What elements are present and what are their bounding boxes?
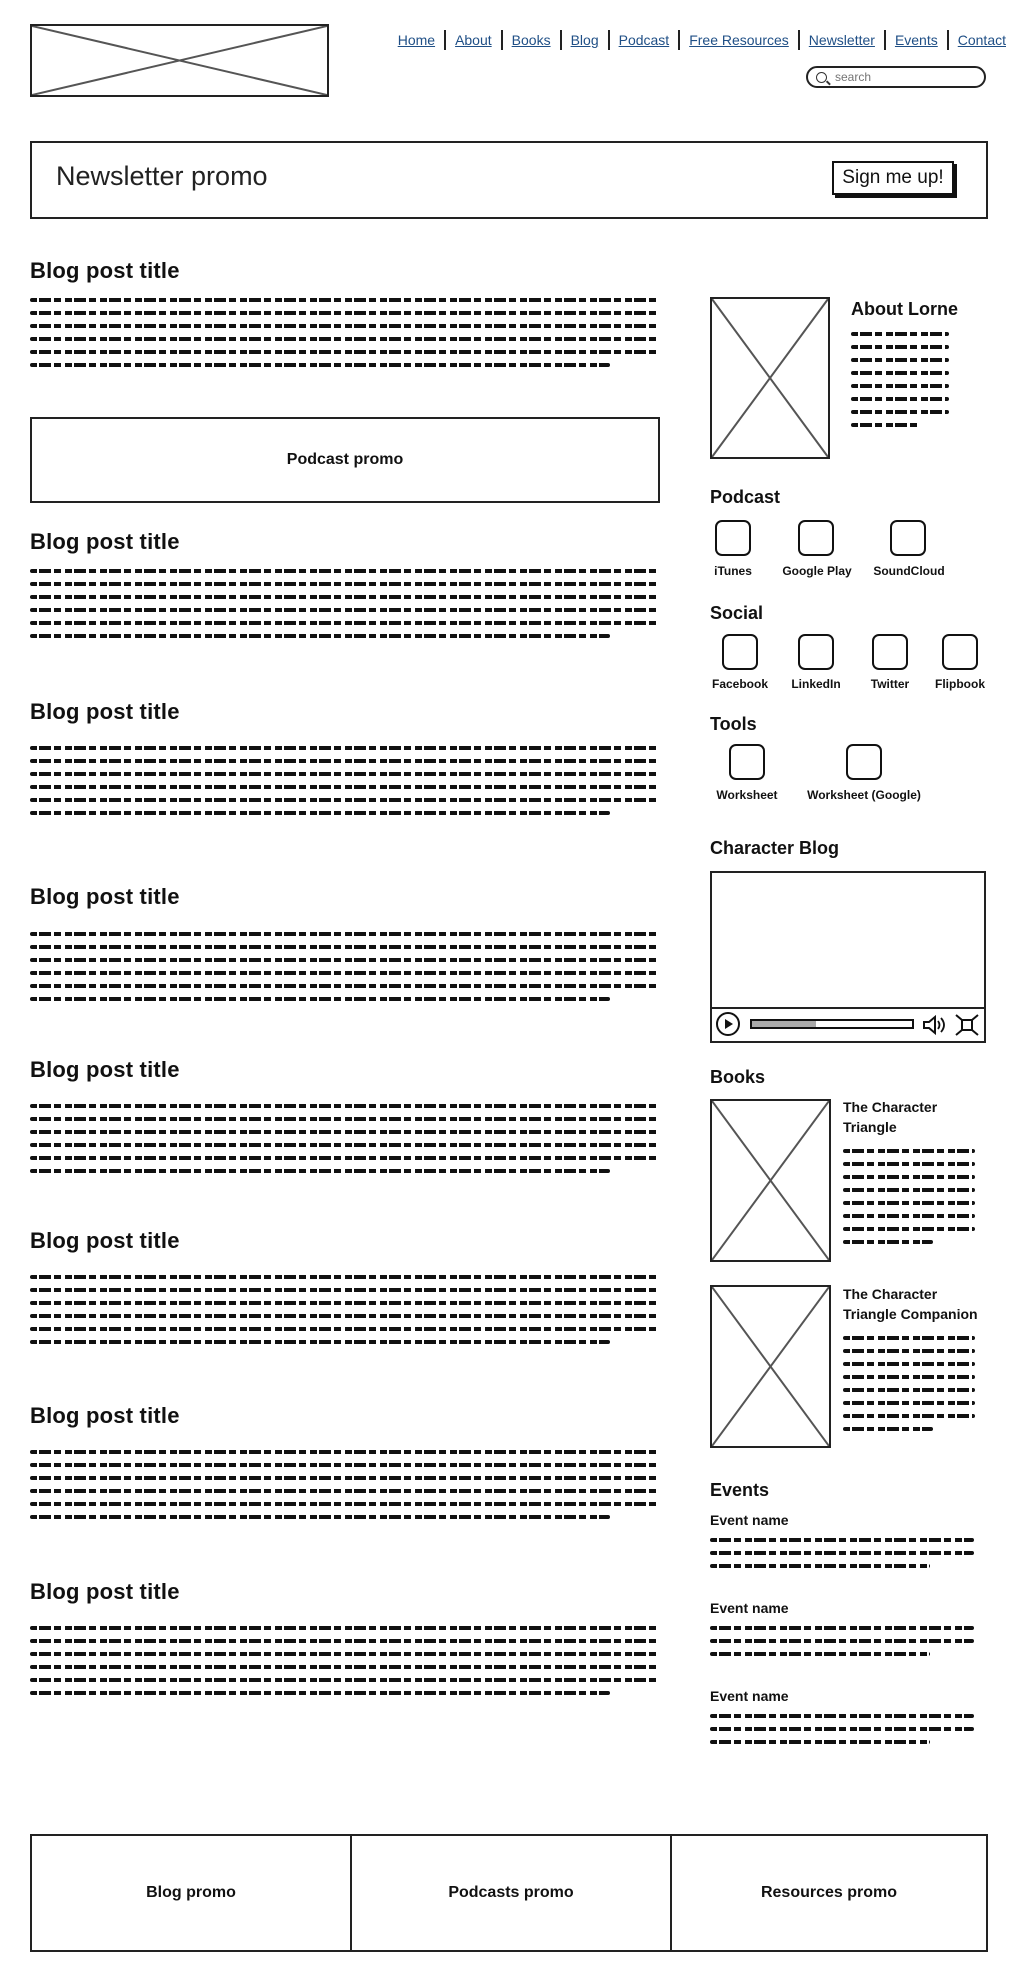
nav-free-resources[interactable]: Free Resources — [680, 30, 798, 50]
flipbook-icon[interactable] — [942, 634, 978, 670]
post-title[interactable]: Blog post title — [30, 884, 180, 910]
google-play-label[interactable]: Google Play — [772, 564, 862, 578]
book-description — [843, 1336, 975, 1440]
newsletter-title: Newsletter promo — [56, 161, 268, 191]
book-title[interactable]: The Character Triangle Companion — [843, 1284, 988, 1324]
post-title[interactable]: Blog post title — [30, 529, 180, 555]
sign-up-button[interactable]: Sign me up! — [832, 161, 954, 195]
nav-blog[interactable]: Blog — [562, 30, 608, 50]
post-title[interactable]: Blog post title — [30, 258, 180, 284]
linkedin-label[interactable]: LinkedIn — [776, 677, 856, 691]
tools-title: Tools — [710, 714, 757, 734]
post-excerpt — [30, 1450, 660, 1528]
worksheet-google-icon[interactable] — [846, 744, 882, 780]
podcast-promo[interactable]: Podcast promo — [30, 417, 660, 503]
image-placeholder-icon — [32, 26, 327, 95]
event-name[interactable]: Event name — [710, 1688, 789, 1704]
nav-contact[interactable]: Contact — [949, 30, 1006, 50]
post-excerpt — [30, 1626, 660, 1704]
blog-promo[interactable]: Blog promo — [30, 1834, 352, 1952]
google-play-icon[interactable] — [798, 520, 834, 556]
post-title[interactable]: Blog post title — [30, 1579, 180, 1605]
facebook-icon[interactable] — [722, 634, 758, 670]
image-placeholder-icon — [712, 1101, 829, 1260]
post-excerpt — [30, 298, 660, 376]
video-controls-bar — [712, 1007, 984, 1041]
search-icon — [816, 71, 827, 83]
book-description — [843, 1149, 975, 1253]
post-title[interactable]: Blog post title — [30, 1057, 180, 1083]
image-placeholder-icon — [712, 299, 828, 457]
flipbook-label[interactable]: Flipbook — [920, 677, 1000, 691]
podcasts-promo[interactable]: Podcasts promo — [350, 1834, 672, 1952]
worksheet-icon[interactable] — [729, 744, 765, 780]
books-title: Books — [710, 1067, 766, 1087]
event-description — [710, 1626, 974, 1665]
post-title[interactable]: Blog post title — [30, 1403, 180, 1429]
resources-promo[interactable]: Resources promo — [670, 1834, 988, 1952]
nav-podcast[interactable]: Podcast — [610, 30, 679, 50]
twitter-label[interactable]: Twitter — [850, 677, 930, 691]
post-excerpt — [30, 746, 660, 824]
post-excerpt — [30, 932, 660, 1010]
soundcloud-icon[interactable] — [890, 520, 926, 556]
event-description — [710, 1538, 974, 1577]
volume-icon[interactable] — [922, 1014, 948, 1036]
book-title[interactable]: The Character Triangle — [843, 1097, 963, 1137]
author-photo — [710, 297, 830, 459]
event-name[interactable]: Event name — [710, 1512, 789, 1528]
event-description — [710, 1714, 974, 1753]
podcast-title: Podcast — [710, 487, 781, 507]
post-excerpt — [30, 1275, 660, 1353]
fullscreen-icon[interactable] — [955, 1014, 979, 1036]
twitter-icon[interactable] — [872, 634, 908, 670]
nav-books[interactable]: Books — [503, 30, 560, 50]
worksheet-google-label[interactable]: Worksheet (Google) — [796, 788, 932, 802]
main-nav: Home About Books Blog Podcast Free Resou… — [389, 30, 1006, 50]
character-blog-title: Character Blog — [710, 838, 840, 858]
event-name[interactable]: Event name — [710, 1600, 789, 1616]
nav-events[interactable]: Events — [886, 30, 947, 50]
itunes-icon[interactable] — [715, 520, 751, 556]
itunes-label[interactable]: iTunes — [700, 564, 766, 578]
about-title: About Lorne — [851, 299, 958, 319]
image-placeholder-icon — [712, 1287, 829, 1446]
worksheet-label[interactable]: Worksheet — [700, 788, 794, 802]
book-cover[interactable] — [710, 1285, 831, 1448]
post-title[interactable]: Blog post title — [30, 1228, 180, 1254]
soundcloud-label[interactable]: SoundCloud — [864, 564, 954, 578]
post-title[interactable]: Blog post title — [30, 699, 180, 725]
search-input[interactable] — [833, 69, 977, 85]
nav-about[interactable]: About — [446, 30, 501, 50]
about-text — [851, 332, 949, 436]
nav-home[interactable]: Home — [389, 30, 444, 50]
book-cover[interactable] — [710, 1099, 831, 1262]
search-box[interactable] — [806, 66, 986, 88]
post-excerpt — [30, 569, 660, 647]
logo-placeholder[interactable] — [30, 24, 329, 97]
video-player[interactable] — [710, 871, 986, 1043]
events-title: Events — [710, 1480, 770, 1500]
nav-newsletter[interactable]: Newsletter — [800, 30, 884, 50]
video-progress-bar[interactable] — [750, 1019, 914, 1029]
linkedin-icon[interactable] — [798, 634, 834, 670]
social-title: Social — [710, 603, 764, 623]
play-icon[interactable] — [716, 1012, 740, 1036]
video-progress-fill — [752, 1021, 816, 1027]
post-excerpt — [30, 1104, 660, 1182]
facebook-label[interactable]: Facebook — [700, 677, 780, 691]
